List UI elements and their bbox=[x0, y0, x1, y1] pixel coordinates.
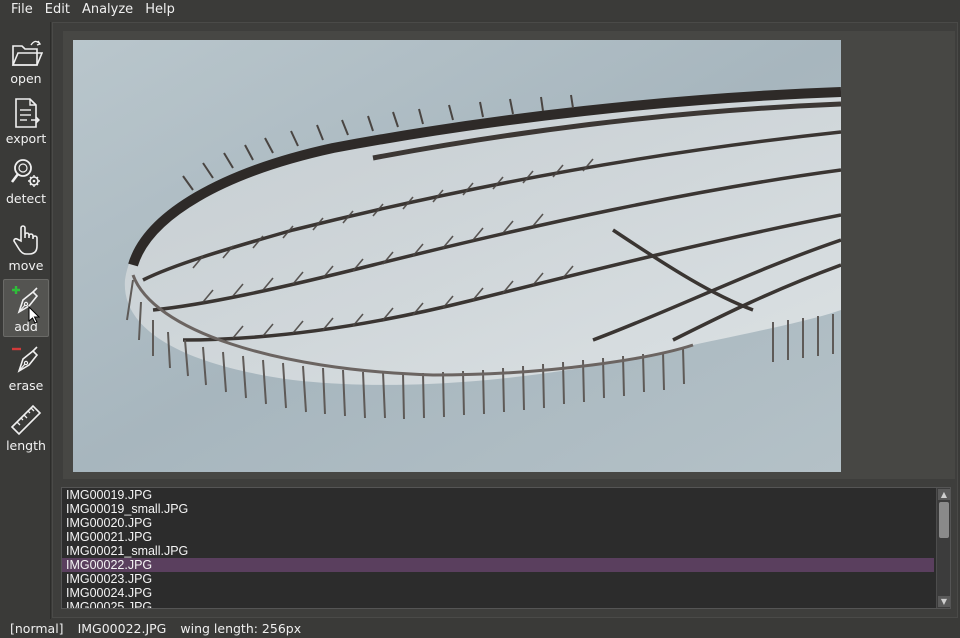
detect-label: detect bbox=[6, 191, 46, 206]
scroll-up-arrow-icon[interactable]: ▲ bbox=[938, 489, 950, 500]
erase-label: erase bbox=[8, 378, 44, 393]
status-mode: [normal] bbox=[10, 621, 64, 636]
length-button[interactable]: length bbox=[3, 399, 49, 457]
folder-open-icon bbox=[11, 40, 43, 66]
status-filename: IMG00022.JPG bbox=[77, 621, 167, 636]
wing-image-view[interactable] bbox=[73, 40, 841, 472]
file-list-item[interactable]: IMG00024.JPG bbox=[62, 586, 934, 600]
length-label: length bbox=[6, 438, 46, 453]
erase-button[interactable]: erase bbox=[3, 339, 49, 397]
export-label: export bbox=[5, 131, 47, 146]
file-list-item[interactable]: IMG00020.JPG bbox=[62, 516, 934, 530]
file-list-scrollbar[interactable]: ▲ ▼ bbox=[936, 488, 950, 608]
canvas-frame bbox=[63, 31, 955, 479]
document-export-icon bbox=[15, 98, 40, 128]
status-wing-length: wing length: 256px bbox=[180, 621, 302, 636]
file-list[interactable]: IMG00019.JPG IMG00019_small.JPG IMG00020… bbox=[61, 487, 951, 609]
file-list-item[interactable]: IMG00019.JPG bbox=[62, 488, 934, 502]
status-bar: [normal] IMG00022.JPG wing length: 256px bbox=[0, 619, 960, 638]
move-label: move bbox=[8, 258, 44, 273]
menubar: File Edit Analyze Help bbox=[0, 0, 960, 20]
export-button[interactable]: export bbox=[3, 92, 49, 150]
menu-edit[interactable]: Edit bbox=[39, 0, 76, 20]
file-list-item[interactable]: IMG00019_small.JPG bbox=[62, 502, 934, 516]
pen-minus-icon bbox=[12, 346, 39, 373]
wing-micrograph bbox=[73, 40, 841, 472]
file-list-item[interactable]: IMG00021.JPG bbox=[62, 530, 934, 544]
open-button[interactable]: open bbox=[3, 32, 49, 90]
detect-button[interactable]: detect bbox=[3, 152, 49, 210]
scroll-thumb[interactable] bbox=[939, 502, 949, 538]
menu-analyze[interactable]: Analyze bbox=[76, 0, 139, 20]
main-panel: IMG00019.JPG IMG00019_small.JPG IMG00020… bbox=[52, 22, 958, 618]
file-list-item[interactable]: IMG00021_small.JPG bbox=[62, 544, 934, 558]
mouse-cursor-icon bbox=[28, 306, 40, 324]
scroll-down-arrow-icon[interactable]: ▼ bbox=[938, 596, 950, 607]
file-list-item-selected[interactable]: IMG00022.JPG bbox=[62, 558, 934, 572]
open-label: open bbox=[10, 71, 42, 86]
ruler-icon bbox=[10, 404, 42, 436]
magnifier-gear-icon bbox=[10, 159, 40, 187]
menu-file[interactable]: File bbox=[0, 0, 39, 20]
tool-sidebar: open export detect move add erase length bbox=[0, 22, 51, 619]
menu-help[interactable]: Help bbox=[139, 0, 181, 20]
file-list-item[interactable]: IMG00023.JPG bbox=[62, 572, 934, 586]
file-list-item[interactable]: IMG00025.JPG bbox=[62, 600, 934, 608]
add-button[interactable]: add bbox=[3, 279, 49, 337]
hand-pointer-icon bbox=[13, 225, 38, 255]
move-button[interactable]: move bbox=[3, 219, 49, 277]
